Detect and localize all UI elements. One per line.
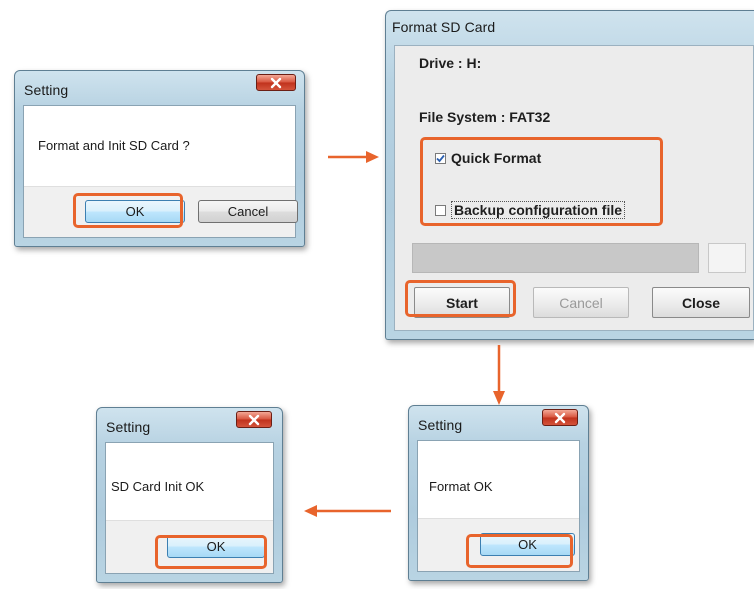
format-ok-message: Format OK [429,479,493,494]
confirm-footer: OK Cancel [24,186,298,237]
format-ok-close-button[interactable] [542,409,578,426]
quick-format-option[interactable]: Quick Format [435,150,541,166]
filesystem-label: File System : FAT32 [419,109,551,125]
confirm-cancel-button[interactable]: Cancel [198,200,298,223]
init-ok-client: SD Card Init OK OK [105,442,274,574]
confirm-message: Format and Init SD Card ? [38,138,190,153]
format-cancel-button[interactable]: Cancel [533,287,629,318]
init-ok-dialog-title: Setting [106,419,151,435]
init-ok-button[interactable]: OK [167,535,265,558]
format-ok-footer: OK [418,518,579,571]
backup-config-checkbox[interactable] [435,204,446,216]
arrow-icon [304,505,391,517]
close-x-icon [554,412,566,423]
init-ok-dialog: Setting SD Card Init OK OK [96,407,283,583]
confirm-ok-button[interactable]: OK [85,200,185,223]
confirm-dialog: Setting Format and Init SD Card ? OK Can… [14,70,305,247]
format-progress-percent-box [708,243,746,273]
arrow-icon [493,345,505,405]
confirm-close-button[interactable] [256,74,296,91]
format-dialog-title: Format SD Card [392,19,496,35]
close-x-icon [270,77,282,88]
format-ok-dialog-title: Setting [418,417,463,433]
confirm-dialog-client: Format and Init SD Card ? OK Cancel [23,105,298,238]
format-ok-dialog: Setting Format OK OK [408,405,589,581]
format-ok-client: Format OK OK [417,440,580,572]
backup-config-option[interactable]: Backup configuration file [435,201,626,219]
format-dialog: Format SD Card Drive : H: File System : … [385,10,754,340]
init-ok-message: SD Card Init OK [111,479,205,494]
format-close-button[interactable]: Close [652,287,750,318]
format-progress-bar [412,243,699,273]
init-ok-footer: OK [106,520,273,573]
format-dialog-body: Drive : H: File System : FAT32 Quick For… [394,45,754,331]
drive-label: Drive : H: [419,55,482,71]
quick-format-label: Quick Format [451,150,542,166]
init-ok-close-button[interactable] [236,411,272,428]
checkmark-icon [436,154,445,162]
backup-config-label: Backup configuration file [451,201,626,219]
quick-format-checkbox[interactable] [435,152,446,164]
close-x-icon [248,414,260,425]
start-button[interactable]: Start [414,287,510,318]
format-ok-button[interactable]: OK [480,533,575,556]
confirm-dialog-title: Setting [24,82,69,98]
arrow-icon [328,151,379,163]
